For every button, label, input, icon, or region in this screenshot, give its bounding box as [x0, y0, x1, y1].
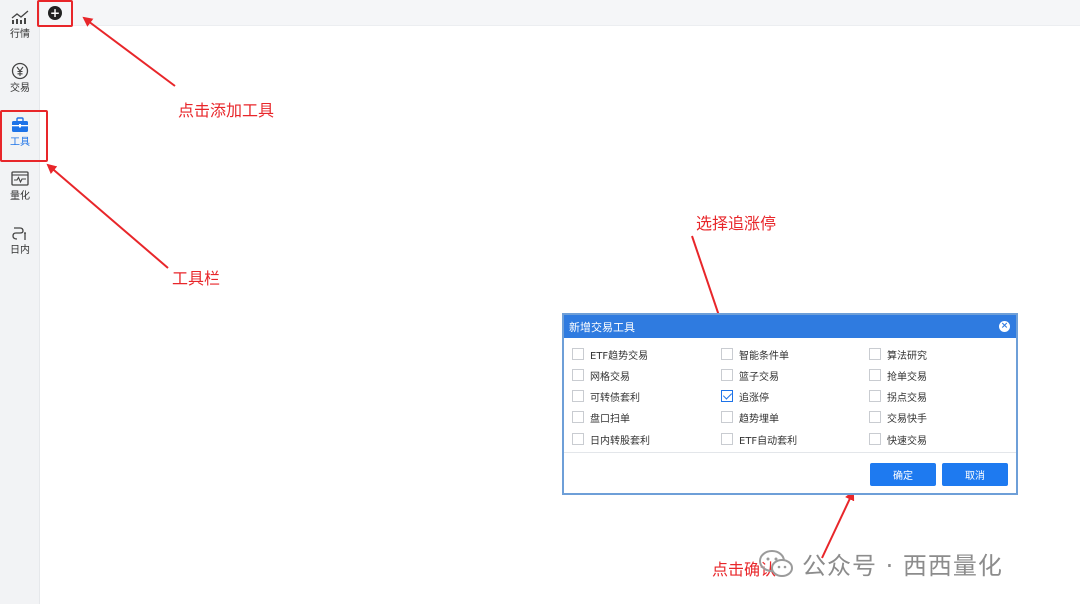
- annotation-toolbar: 工具栏: [172, 269, 221, 288]
- tool-option[interactable]: 可转债套利: [572, 389, 640, 404]
- tool-option-label: ETF自动套利: [739, 435, 798, 447]
- tool-option-label: 篮子交易: [739, 371, 779, 383]
- tool-option-label: 智能条件单: [739, 350, 789, 362]
- tool-option-label: 追涨停: [739, 392, 769, 404]
- checkbox[interactable]: [869, 390, 881, 402]
- sidebar-item-label: 行情: [10, 29, 30, 40]
- tool-option-label: 算法研究: [887, 350, 927, 362]
- toolbar-highlight: [0, 110, 48, 162]
- tool-option[interactable]: 智能条件单: [721, 347, 789, 362]
- sidebar-item-label: 日内: [10, 245, 30, 256]
- checkbox[interactable]: [869, 433, 881, 445]
- dialog-header: 新增交易工具 ×: [564, 315, 1016, 338]
- confirm-button[interactable]: 确定: [870, 463, 936, 486]
- sidebar-item-market[interactable]: 行情: [0, 6, 40, 56]
- checkbox[interactable]: [721, 433, 733, 445]
- wechat-icon: [758, 549, 794, 579]
- tool-option[interactable]: 抢单交易: [869, 368, 927, 383]
- checkbox-checked[interactable]: [721, 390, 733, 402]
- tool-option[interactable]: 拐点交易: [869, 389, 927, 404]
- annotation-select-chase: 选择追涨停: [696, 214, 777, 233]
- checkbox[interactable]: [572, 390, 584, 402]
- checkbox[interactable]: [869, 348, 881, 360]
- tool-option-label: 可转债套利: [590, 392, 640, 404]
- tool-option[interactable]: 篮子交易: [721, 368, 779, 383]
- close-icon[interactable]: ×: [999, 321, 1010, 332]
- tool-option-label: 趋势埋单: [739, 413, 779, 425]
- annotation-add-tool: 点击添加工具: [178, 101, 275, 120]
- dialog-options: ETF趋势交易 智能条件单 算法研究网格交易 篮子交易 抢单交易可转债套利 追涨停 拐点交易…: [564, 338, 1016, 453]
- watermark: 公众号 · 西西量化: [758, 546, 1003, 581]
- checkbox[interactable]: [572, 411, 584, 423]
- tool-option[interactable]: 追涨停: [721, 389, 769, 404]
- cancel-button[interactable]: 取消: [942, 463, 1008, 486]
- checkbox[interactable]: [721, 348, 733, 360]
- top-toolbar: [40, 0, 1080, 26]
- tool-option[interactable]: 快速交易: [869, 432, 927, 447]
- tool-option-label: 日内转股套利: [590, 435, 650, 447]
- tool-option-label: 交易快手: [887, 413, 927, 425]
- intraday-icon: [9, 222, 31, 244]
- sidebar-item-intraday[interactable]: 日内: [0, 222, 40, 272]
- tool-option-label: ETF趋势交易: [590, 350, 649, 362]
- tool-option-label: 拐点交易: [887, 392, 927, 404]
- market-chart-icon: [9, 6, 31, 28]
- yuan-trade-icon: [9, 60, 31, 82]
- add-button-highlight: [37, 0, 73, 27]
- tool-option[interactable]: 网格交易: [572, 368, 630, 383]
- checkbox[interactable]: [869, 411, 881, 423]
- tool-option[interactable]: 日内转股套利: [572, 432, 650, 447]
- checkbox[interactable]: [572, 369, 584, 381]
- tool-option-label: 网格交易: [590, 371, 630, 383]
- add-tool-dialog: 新增交易工具 × ETF趋势交易 智能条件单 算法研究网格交易 篮子交易 抢单交易可转债…: [562, 313, 1018, 495]
- tool-option[interactable]: ETF自动套利: [721, 432, 798, 447]
- checkbox[interactable]: [721, 369, 733, 381]
- sidebar: 行情 交易 工具 量化 日内: [0, 0, 40, 604]
- sidebar-item-label: 量化: [10, 191, 30, 202]
- annotation-arrows: [46, 16, 855, 559]
- app-window: 行情 交易 工具 量化 日内 + 点击添加工具 工具栏 选择追涨停 点击确认 新…: [0, 0, 1080, 604]
- arrow-toolbar: [46, 163, 169, 269]
- quant-monitor-icon: [9, 168, 31, 190]
- tool-option[interactable]: 盘口扫单: [572, 410, 630, 425]
- tool-option[interactable]: 交易快手: [869, 410, 927, 425]
- watermark-text: 公众号 · 西西量化: [802, 552, 1003, 580]
- checkbox[interactable]: [572, 348, 584, 360]
- tool-option-label: 快速交易: [887, 435, 927, 447]
- checkbox[interactable]: [869, 369, 881, 381]
- tool-option[interactable]: ETF趋势交易: [572, 347, 649, 362]
- tool-option[interactable]: 算法研究: [869, 347, 927, 362]
- sidebar-item-trade[interactable]: 交易: [0, 60, 40, 110]
- arrow-add-tool: [82, 16, 176, 87]
- sidebar-item-label: 交易: [10, 83, 30, 94]
- tool-option[interactable]: 趋势埋单: [721, 410, 779, 425]
- tool-option-label: 抢单交易: [887, 371, 927, 383]
- checkbox[interactable]: [572, 433, 584, 445]
- tool-option-label: 盘口扫单: [590, 413, 630, 425]
- dialog-title: 新增交易工具: [569, 320, 635, 334]
- sidebar-item-quant[interactable]: 量化: [0, 168, 40, 218]
- dialog-footer: 确定 取消: [564, 453, 1016, 493]
- checkbox[interactable]: [721, 411, 733, 423]
